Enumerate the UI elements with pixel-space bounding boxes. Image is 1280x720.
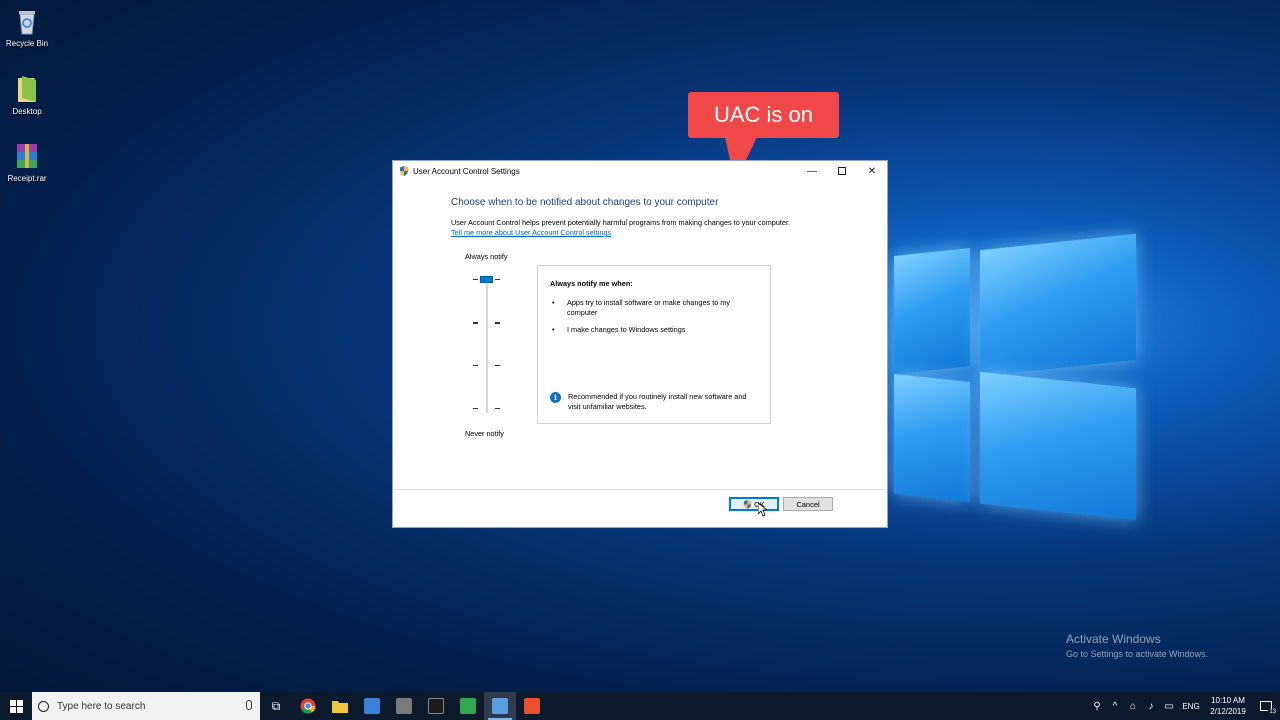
microphone-icon[interactable] — [246, 700, 252, 710]
system-tray: ⚲ ^ ⌂ ♪ ▭ ENG 10:10 AM 2/12/2019 13 — [1088, 692, 1280, 720]
taskbar-search-box[interactable]: Type here to search — [32, 692, 260, 720]
tray-chevron-icon[interactable]: ^ — [1106, 701, 1124, 712]
notification-level-slider-track[interactable] — [486, 277, 488, 413]
search-icon — [38, 700, 49, 712]
learn-more-link[interactable]: Tell me more about User Account Control … — [451, 228, 611, 237]
maximize-icon — [838, 167, 846, 175]
volume-icon[interactable]: ♪ — [1142, 701, 1160, 712]
slider-bottom-label: Never notify — [465, 429, 504, 438]
slider-tick — [495, 322, 500, 324]
annotation-callout: UAC is on — [688, 92, 839, 138]
taskbar-app-chrome[interactable] — [292, 692, 324, 720]
clock-time: 10:10 AM — [1211, 696, 1245, 705]
folder-icon — [332, 701, 348, 713]
info-box-title: Always notify me when: — [550, 279, 633, 288]
task-view-icon: ⧉ — [271, 698, 281, 713]
cancel-button[interactable]: Cancel — [783, 497, 833, 511]
clock-date: 2/12/2019 — [1210, 707, 1246, 716]
app-window-icon — [396, 698, 412, 714]
dialog-heading: Choose when to be notified about changes… — [451, 197, 719, 208]
battery-icon[interactable]: ▭ — [1160, 701, 1178, 712]
desktop-icon-label: Recycle Bin — [5, 39, 49, 48]
close-button[interactable]: ✕ — [857, 161, 887, 181]
slider-top-label: Always notify — [465, 252, 508, 261]
desktop-icon-recycle-bin[interactable]: Recycle Bin — [0, 6, 54, 48]
camtasia-icon — [460, 698, 476, 714]
task-view-button[interactable]: ⧉ — [260, 692, 292, 720]
uac-shield-icon — [743, 499, 752, 509]
language-indicator[interactable]: ENG — [1178, 702, 1204, 711]
taskbar-app-uac-settings[interactable] — [484, 692, 516, 720]
start-button[interactable] — [0, 692, 32, 720]
network-icon[interactable]: ⌂ — [1124, 701, 1142, 712]
desktop-icon-desktop[interactable]: Desktop — [0, 74, 54, 116]
recommendation-note: i Recommended if you routinely install n… — [550, 392, 760, 412]
dialog-description: User Account Control helps prevent poten… — [451, 218, 791, 227]
recycle-bin-icon — [12, 6, 42, 36]
uac-settings-dialog: User Account Control Settings — ✕ Choose… — [392, 160, 888, 528]
recorder-icon — [524, 698, 540, 714]
slider-tick — [495, 365, 500, 366]
taskbar-app-camtasia[interactable] — [452, 692, 484, 720]
slider-tick — [473, 365, 478, 366]
notification-level-info-box: Always notify me when: Apps try to insta… — [537, 265, 771, 424]
folder-icon — [12, 74, 42, 104]
taskbar: Type here to search ⧉ ⚲ ^ ⌂ ♪ ▭ ENG 10:1… — [0, 692, 1280, 720]
control-panel-icon — [492, 698, 508, 714]
slider-tick — [495, 279, 500, 280]
maximize-button[interactable] — [827, 161, 857, 181]
minimize-icon: — — [807, 165, 817, 177]
recommendation-text: Recommended if you routinely install new… — [568, 392, 747, 411]
taskbar-app-file-explorer[interactable] — [324, 692, 356, 720]
chrome-icon — [300, 698, 316, 714]
dialog-title: User Account Control Settings — [413, 166, 520, 176]
slider-tick — [473, 408, 478, 409]
taskbar-app-installer[interactable] — [356, 692, 388, 720]
taskbar-app-window[interactable] — [388, 692, 420, 720]
desktop-icon-receipt-rar[interactable]: Receipt.rar — [0, 141, 54, 183]
notification-level-slider-thumb[interactable] — [480, 276, 493, 283]
desktop-icon-label: Desktop — [12, 107, 42, 116]
footer-divider — [393, 489, 887, 490]
notification-icon: 13 — [1260, 701, 1277, 715]
close-icon: ✕ — [867, 165, 877, 177]
taskbar-clock[interactable]: 10:10 AM 2/12/2019 — [1204, 695, 1252, 717]
search-placeholder: Type here to search — [57, 700, 146, 712]
people-icon[interactable]: ⚲ — [1088, 701, 1106, 712]
mouse-cursor-icon — [758, 503, 767, 517]
windows-wallpaper-logo — [888, 230, 1138, 530]
minimize-button[interactable]: — — [797, 161, 827, 181]
cancel-button-label: Cancel — [796, 499, 820, 509]
activate-subtitle: Go to Settings to activate Windows. — [1066, 649, 1209, 659]
activate-title: Activate Windows — [1066, 632, 1161, 646]
desktop-icon-label: Receipt.rar — [7, 174, 47, 183]
terminal-icon — [428, 698, 444, 714]
notification-count: 13 — [1268, 709, 1277, 715]
windows-start-icon — [9, 699, 23, 713]
slider-tick — [473, 279, 478, 280]
taskbar-app-recorder[interactable] — [516, 692, 548, 720]
ok-button[interactable]: OK — [729, 497, 779, 511]
slider-tick — [495, 408, 500, 409]
taskbar-app-terminal[interactable] — [420, 692, 452, 720]
installer-icon — [364, 698, 380, 714]
action-center-button[interactable]: 13 — [1252, 701, 1280, 715]
activate-windows-watermark: Activate Windows Go to Settings to activ… — [1066, 632, 1208, 659]
info-bullet: I make changes to Windows settings — [552, 325, 752, 335]
info-icon: i — [550, 392, 561, 403]
winrar-archive-icon — [12, 141, 42, 171]
info-bullet: Apps try to install software or make cha… — [552, 298, 752, 318]
slider-tick — [473, 322, 478, 324]
uac-shield-icon — [400, 166, 408, 176]
